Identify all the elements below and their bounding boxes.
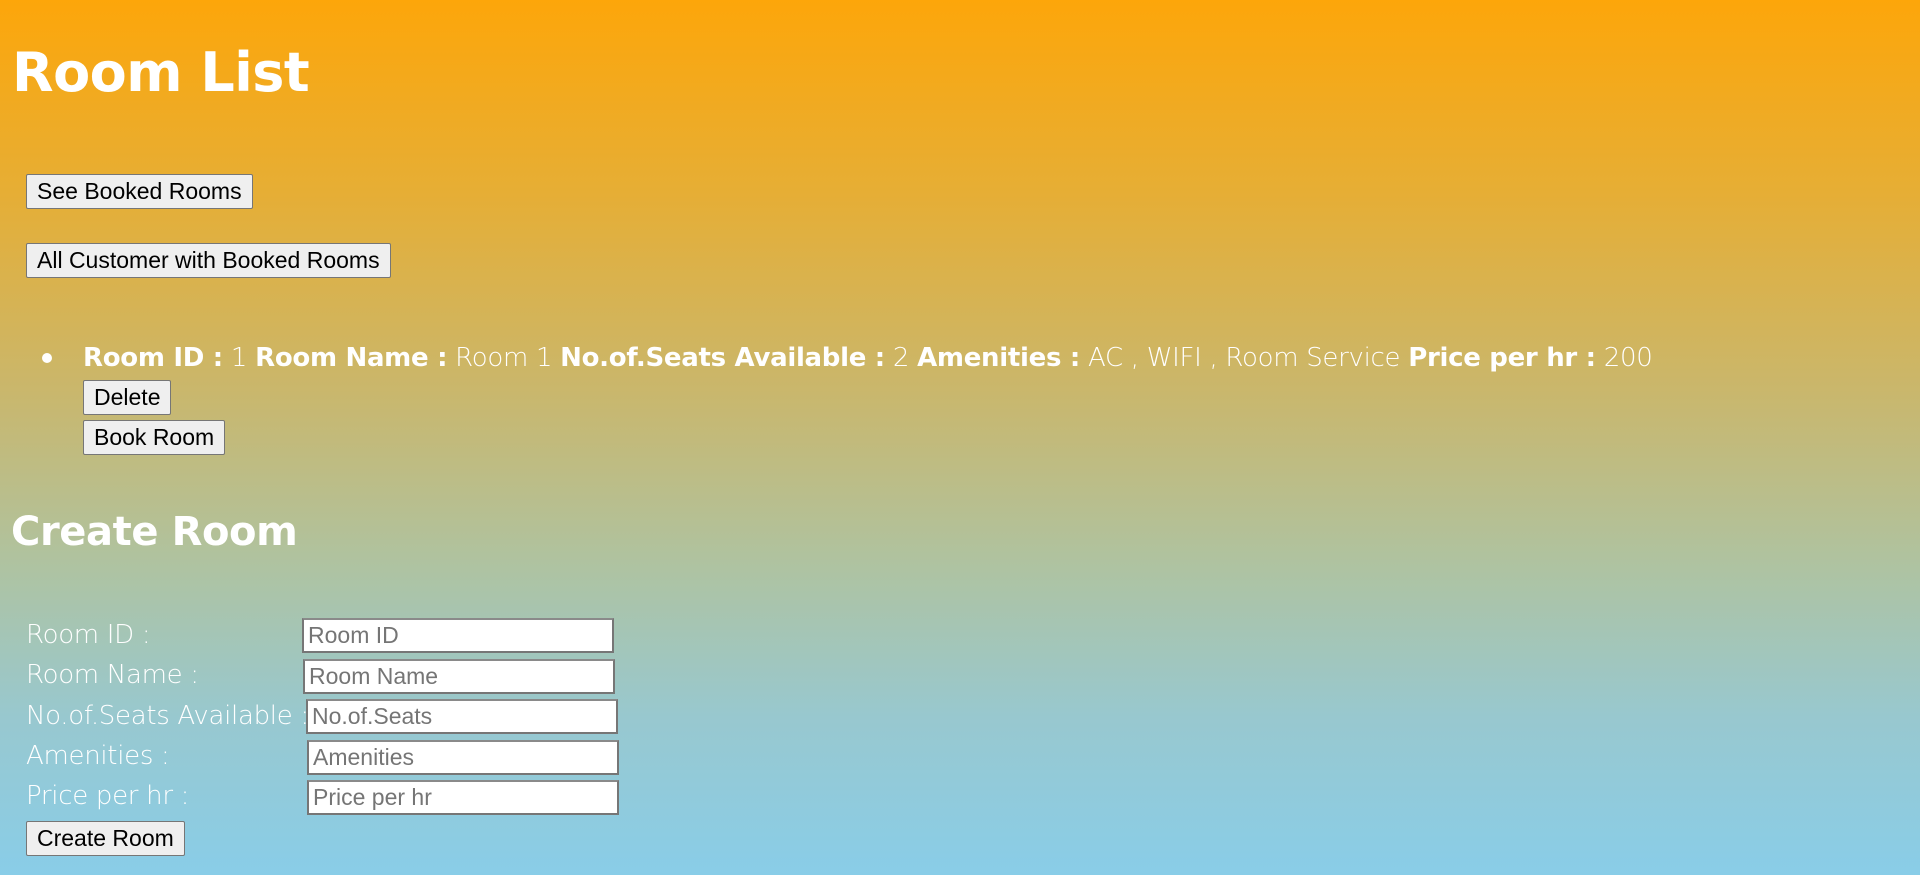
see-booked-rooms-button[interactable]: See Booked Rooms bbox=[26, 174, 253, 209]
room-name-value: Room 1 bbox=[455, 343, 553, 373]
room-seats-label: No.of.Seats Available : bbox=[560, 343, 885, 373]
delete-room-button[interactable]: Delete bbox=[83, 380, 172, 415]
room-amenities-label: Amenities : bbox=[917, 343, 1080, 373]
room-price-value: 200 bbox=[1603, 343, 1653, 373]
price-input[interactable] bbox=[307, 780, 619, 815]
price-field-label: Price per hr : bbox=[26, 781, 190, 811]
create-room-title: Create Room bbox=[11, 509, 298, 555]
amenities-input[interactable] bbox=[307, 740, 619, 775]
amenities-field-label: Amenities : bbox=[26, 741, 170, 771]
room-id-input[interactable] bbox=[302, 618, 614, 653]
page-title: Room List bbox=[12, 41, 310, 104]
room-name-field-label: Room Name : bbox=[26, 660, 199, 690]
bullet-icon bbox=[42, 353, 52, 363]
room-details: Room ID : 1 Room Name : Room 1 No.of.Sea… bbox=[83, 340, 1653, 376]
all-customers-booked-rooms-button[interactable]: All Customer with Booked Rooms bbox=[26, 243, 391, 278]
room-id-field-label: Room ID : bbox=[26, 620, 151, 650]
room-seats-value: 2 bbox=[892, 343, 910, 373]
book-room-button[interactable]: Book Room bbox=[83, 420, 226, 455]
room-name-input[interactable] bbox=[303, 659, 615, 694]
room-id-value: 1 bbox=[230, 343, 248, 373]
create-room-button[interactable]: Create Room bbox=[26, 821, 185, 856]
room-price-label: Price per hr : bbox=[1408, 343, 1596, 373]
room-amenities-value: AC , WIFI , Room Service bbox=[1087, 343, 1401, 373]
room-name-label: Room Name : bbox=[255, 343, 448, 373]
room-id-label: Room ID : bbox=[83, 343, 223, 373]
page: Room List See Booked Rooms All Customer … bbox=[0, 0, 1920, 875]
seats-field-label: No.of.Seats Available : bbox=[26, 701, 309, 731]
seats-input[interactable] bbox=[306, 699, 618, 734]
